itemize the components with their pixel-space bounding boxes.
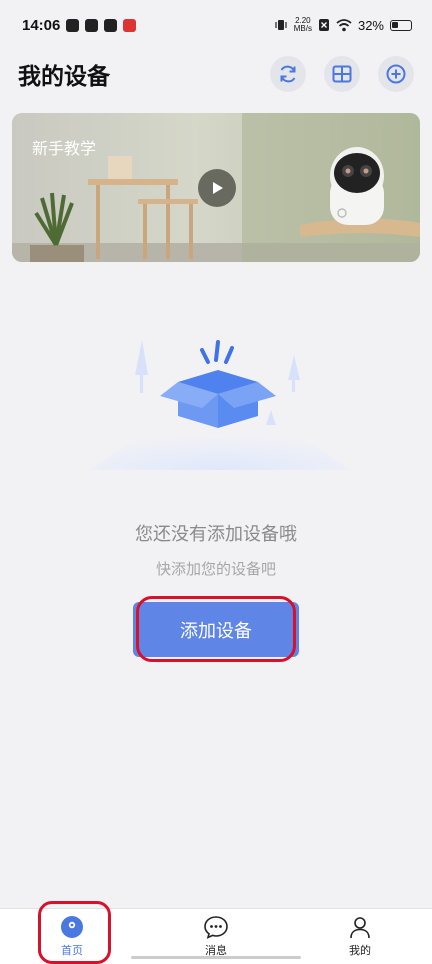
refresh-button[interactable] — [270, 56, 306, 92]
vibrate-icon — [275, 20, 287, 30]
status-time: 14:06 — [22, 16, 61, 34]
grid-view-icon — [332, 65, 352, 83]
gallery-notification-icon — [104, 18, 118, 32]
empty-state-title: 您还没有添加设备哦 — [135, 524, 297, 545]
tab-home-highlight — [38, 901, 111, 964]
tiktok-icon — [66, 18, 80, 32]
play-button[interactable] — [198, 169, 236, 207]
add-device-header-button[interactable] — [378, 56, 414, 92]
app-notification-icon — [85, 18, 99, 32]
status-bar: 14:06 2.20 MB/s 32% — [0, 0, 432, 50]
add-device-highlight — [136, 596, 296, 662]
profile-icon — [350, 917, 370, 939]
play-icon — [213, 182, 223, 194]
empty-state-subtitle: 快添加您的设备吧 — [155, 560, 276, 578]
no-sim-icon — [318, 19, 329, 31]
refresh-icon — [280, 65, 296, 83]
message-icon — [204, 916, 228, 939]
header: 我的设备 — [0, 52, 432, 96]
tab-profile-label: 我的 — [349, 944, 371, 957]
empty-box-illustration — [90, 340, 350, 470]
net-speed: 2.20 MB/s — [294, 17, 312, 33]
wifi-icon — [336, 18, 352, 31]
header-actions — [270, 56, 414, 92]
tutorial-banner[interactable]: 新手教学 — [12, 113, 420, 262]
status-right: 2.20 MB/s 32% — [274, 17, 412, 33]
net-speed-unit: MB/s — [293, 24, 312, 33]
battery-percent: 32% — [357, 17, 384, 33]
page-title: 我的设备 — [18, 64, 110, 90]
home-indicator — [131, 956, 301, 959]
add-circle-icon — [386, 64, 406, 84]
tab-profile[interactable]: 我的 — [288, 909, 432, 964]
banner-label: 新手教学 — [32, 139, 97, 158]
red-app-icon — [123, 18, 137, 32]
battery-icon — [390, 19, 412, 31]
grid-view-button[interactable] — [324, 56, 360, 92]
status-left: 14:06 — [22, 16, 137, 34]
